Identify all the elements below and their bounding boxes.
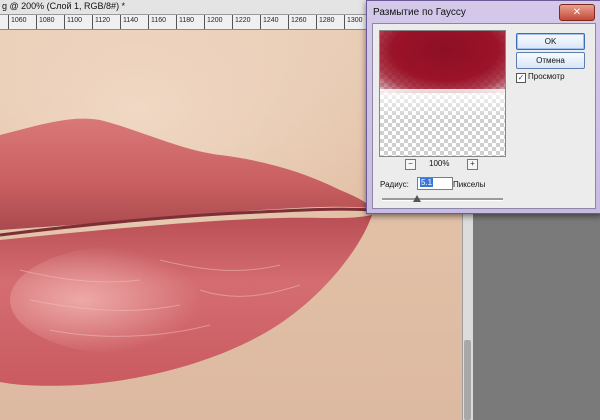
- dialog-title: Размытие по Гауссу: [373, 7, 466, 18]
- slider-thumb-icon[interactable]: [413, 195, 421, 202]
- radius-slider-track[interactable]: [382, 198, 503, 201]
- ruler-tick: 1220: [232, 15, 251, 29]
- radius-input[interactable]: 5.1: [417, 177, 453, 190]
- ruler-tick: 1140: [120, 15, 138, 29]
- close-icon[interactable]: ✕: [559, 4, 595, 21]
- radius-value: 5.1: [420, 178, 434, 187]
- ruler-tick: 1260: [288, 15, 307, 29]
- ruler-tick: 1100: [64, 15, 82, 29]
- ruler-tick: 1080: [36, 15, 55, 29]
- vertical-scrollbar-thumb[interactable]: [464, 340, 471, 420]
- ok-button[interactable]: OK: [516, 33, 585, 50]
- zoom-in-icon[interactable]: +: [467, 159, 478, 170]
- ruler-tick: 1120: [92, 15, 110, 29]
- ruler-tick: 1280: [316, 15, 335, 29]
- ruler-tick: 1240: [260, 15, 279, 29]
- cancel-button[interactable]: Отмена: [516, 52, 585, 69]
- zoom-value: 100%: [429, 159, 450, 168]
- dialog-body: − 100% + OK Отмена ✓ Просмотр Радиус: 5.…: [372, 23, 596, 209]
- ruler-tick: 1300: [344, 15, 363, 29]
- ruler-tick: 1060: [8, 15, 27, 29]
- preview-checkbox-label: Просмотр: [528, 72, 565, 81]
- gaussian-blur-dialog: Размытие по Гауссу ✕ − 100% + OK Отмена …: [366, 0, 600, 214]
- preview-blurred-red: [380, 31, 505, 93]
- radius-unit: Пикселы: [453, 180, 486, 189]
- ruler-tick: 1160: [148, 15, 166, 29]
- preview-thumbnail[interactable]: [379, 30, 506, 157]
- preview-checkbox[interactable]: ✓: [516, 73, 526, 83]
- horizontal-ruler: 1060 1080 1100 1120 1140 1160 1180 1200 …: [0, 15, 370, 30]
- radius-label: Радиус:: [380, 180, 409, 189]
- preview-zoom-controls: − 100% +: [379, 159, 504, 171]
- document-tab-title: g @ 200% (Слой 1, RGB/8#) *: [2, 1, 126, 11]
- document-tab[interactable]: g @ 200% (Слой 1, RGB/8#) *: [0, 0, 370, 15]
- zoom-out-icon[interactable]: −: [405, 159, 416, 170]
- ruler-tick: 1200: [204, 15, 223, 29]
- ruler-tick: 1180: [176, 15, 194, 29]
- preview-blur-edge: [380, 89, 505, 119]
